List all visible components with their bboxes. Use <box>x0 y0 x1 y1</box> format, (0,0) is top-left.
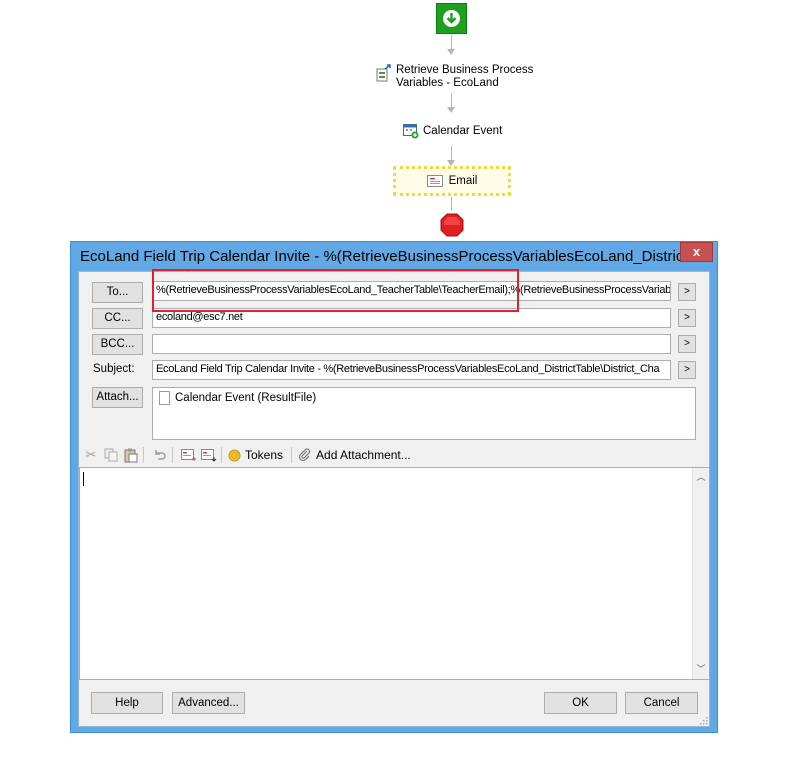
copy-icon[interactable] <box>103 447 119 463</box>
dialog-title: EcoLand Field Trip Calendar Invite - %(R… <box>80 248 680 265</box>
bcc-expand-button[interactable]: > <box>678 335 696 353</box>
to-button[interactable]: To... <box>92 282 143 303</box>
advanced-button[interactable]: Advanced... <box>172 692 245 714</box>
toolbar-separator <box>221 447 222 463</box>
connector-arrow <box>447 107 455 113</box>
message-body-editor[interactable]: ︿ ﹀ <box>79 467 710 680</box>
connector-arrow <box>447 49 455 55</box>
tokens-button[interactable]: Tokens <box>228 448 283 462</box>
dialog-client: To... %(RetrieveBusinessProcessVariables… <box>78 271 710 727</box>
editor-toolbar: ✂ Tokens Add Attachment... <box>79 444 709 466</box>
annotation-highlight-box <box>152 269 519 312</box>
scroll-up-icon[interactable]: ︿ <box>693 469 709 486</box>
tokens-label: Tokens <box>245 448 284 462</box>
insert-field-icon[interactable] <box>181 447 197 463</box>
attach-button[interactable]: Attach... <box>92 387 143 408</box>
node-label: Retrieve Business Process Variables - Ec… <box>396 64 534 89</box>
email-icon <box>426 175 443 187</box>
calendar-event-icon <box>403 124 419 139</box>
toolbar-separator <box>172 447 173 463</box>
subject-expand-button[interactable]: > <box>678 361 696 379</box>
bcc-button[interactable]: BCC... <box>92 334 143 355</box>
workflow-node-email[interactable]: Email <box>393 166 511 196</box>
close-button[interactable]: x <box>680 242 713 262</box>
add-attachment-button[interactable]: Add Attachment... <box>298 448 411 462</box>
node-label: Calendar Event <box>423 125 503 137</box>
scroll-down-icon[interactable]: ﹀ <box>693 661 709 678</box>
attach-button-label: Attach... <box>96 391 139 403</box>
add-attachment-label: Add Attachment... <box>316 448 411 462</box>
attachment-label: Calendar Event (ResultFile) <box>175 392 317 404</box>
tokens-icon <box>228 449 241 461</box>
connector <box>451 197 452 211</box>
cut-icon[interactable]: ✂ <box>83 447 99 463</box>
data-variables-icon <box>376 64 391 82</box>
subject-label: Subject: <box>93 363 135 375</box>
paperclip-icon <box>298 448 311 462</box>
workflow-node-calendar-event[interactable]: Calendar Event <box>403 124 502 139</box>
resize-grip-icon[interactable] <box>699 716 708 725</box>
email-dialog: EcoLand Field Trip Calendar Invite - %(R… <box>70 241 718 733</box>
workflow-node-retrieve-variables[interactable]: Retrieve Business Process Variables - Ec… <box>376 64 533 90</box>
bcc-field[interactable] <box>152 334 671 354</box>
toolbar-separator <box>143 447 144 463</box>
toolbar-separator <box>291 447 293 463</box>
cc-expand-button[interactable]: > <box>678 309 696 327</box>
vertical-scrollbar[interactable]: ︿ ﹀ <box>692 468 709 679</box>
bcc-button-label: BCC... <box>100 338 135 350</box>
document-icon <box>159 391 170 405</box>
cancel-button[interactable]: Cancel <box>625 692 698 714</box>
stop-octagon-icon <box>440 213 464 237</box>
help-button[interactable]: Help <box>91 692 163 714</box>
start-node[interactable] <box>436 3 467 34</box>
attachment-item[interactable]: Calendar Event (ResultFile) <box>159 391 316 405</box>
start-arrow-icon <box>443 10 460 27</box>
undo-icon[interactable] <box>152 447 168 463</box>
subject-field[interactable]: EcoLand Field Trip Calendar Invite - %(R… <box>152 360 671 380</box>
stop-node[interactable] <box>440 213 464 240</box>
to-expand-button[interactable]: > <box>678 283 696 301</box>
text-caret <box>83 472 84 486</box>
cc-button-label: CC... <box>104 312 131 324</box>
paste-icon[interactable] <box>123 447 139 463</box>
ok-button[interactable]: OK <box>544 692 617 714</box>
node-label: Email <box>448 175 478 187</box>
to-button-label: To... <box>106 286 129 298</box>
attachment-list[interactable]: Calendar Event (ResultFile) <box>152 387 696 440</box>
insert-template-icon[interactable] <box>201 447 217 463</box>
dialog-titlebar[interactable]: EcoLand Field Trip Calendar Invite - %(R… <box>71 242 717 270</box>
cc-button[interactable]: CC... <box>92 308 143 329</box>
